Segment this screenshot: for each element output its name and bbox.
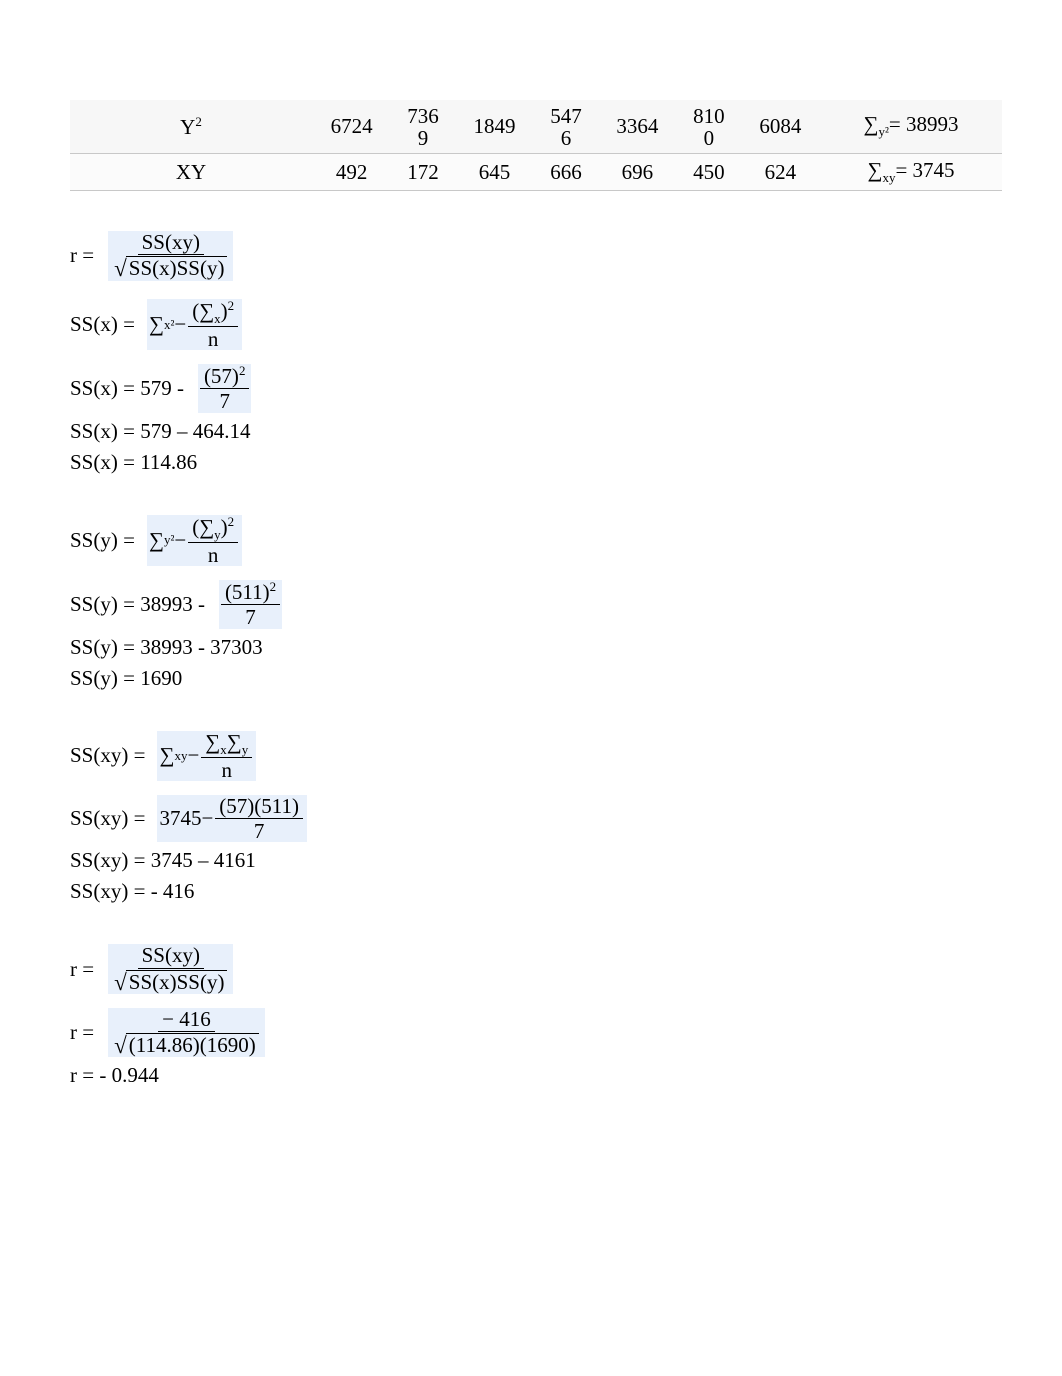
row-label: Y2 xyxy=(70,100,312,154)
numerator: SS(xy) xyxy=(138,231,204,255)
row-label: XY xyxy=(70,154,312,191)
fraction: − 416 (114.86)(1690) xyxy=(108,1008,265,1057)
data-cell: 8100 xyxy=(677,100,741,154)
ssx-step1: SS(x) = 579 - (57)2 7 xyxy=(70,364,1002,412)
fraction: (511)2 7 xyxy=(219,580,282,628)
data-cell: 6084 xyxy=(741,100,820,154)
data-cell: 696 xyxy=(598,154,677,191)
ssx-step2: SS(x) = 579 – 464.14 xyxy=(70,419,1002,444)
lhs: SS(xy) = xyxy=(70,806,145,831)
ssy-result: SS(y) = 1690 xyxy=(70,666,1002,691)
data-cell: 666 xyxy=(534,154,598,191)
ssxy-block: SS(xy) = ∑xy − ∑x∑y n SS(xy) = 3745− (57… xyxy=(70,731,1002,905)
data-cell: 624 xyxy=(741,154,820,191)
ssxy-step1: SS(xy) = 3745− (57)(511) 7 xyxy=(70,795,1002,842)
r-result: r = - 0.944 xyxy=(70,1063,1002,1088)
ssxy-formula: SS(xy) = ∑xy − ∑x∑y n xyxy=(70,731,1002,782)
fraction: (57)2 7 xyxy=(198,364,252,412)
rhs: ∑y² − (∑y)2 n xyxy=(147,515,242,567)
data-cell: 1849 xyxy=(455,100,534,154)
data-cell: 172 xyxy=(391,154,455,191)
rhs: 3745− (57)(511) 7 xyxy=(157,795,307,842)
data-cell: 3364 xyxy=(598,100,677,154)
lhs: r = xyxy=(70,243,94,268)
fraction: SS(xy) SS(x)SS(y) xyxy=(108,944,233,993)
sum-cell: ∑y²= 38993 xyxy=(820,100,1002,154)
data-cell: 6724 xyxy=(312,100,391,154)
ssx-formula: SS(x) = ∑x² − (∑x)2 n xyxy=(70,299,1002,351)
lhs: r = xyxy=(70,1020,94,1045)
r-block: r = SS(xy) SS(x)SS(y) r = − 416 (114.86)… xyxy=(70,944,1002,1088)
data-cell: 645 xyxy=(455,154,534,191)
ssxy-result: SS(xy) = - 416 xyxy=(70,879,1002,904)
rhs: ∑x² − (∑x)2 n xyxy=(147,299,242,351)
ssx-block: r = SS(xy) SS(x)SS(y) SS(x) = ∑x² − (∑x)… xyxy=(70,231,1002,474)
r-numeric: r = − 416 (114.86)(1690) xyxy=(70,1008,1002,1057)
r-formula-repeat: r = SS(xy) SS(x)SS(y) xyxy=(70,944,1002,993)
r-formula-symbolic: r = SS(xy) SS(x)SS(y) xyxy=(70,231,1002,280)
lhs: SS(x) = xyxy=(70,312,135,337)
ssy-step2: SS(y) = 38993 - 37303 xyxy=(70,635,1002,660)
fraction: SS(xy) SS(x)SS(y) xyxy=(108,231,233,280)
ssy-block: SS(y) = ∑y² − (∑y)2 n SS(y) = 38993 - (5… xyxy=(70,515,1002,691)
ssy-formula: SS(y) = ∑y² − (∑y)2 n xyxy=(70,515,1002,567)
rhs: ∑xy − ∑x∑y n xyxy=(157,731,256,782)
data-cell: 492 xyxy=(312,154,391,191)
lhs: r = xyxy=(70,957,94,982)
denominator: SS(x)SS(y) xyxy=(110,255,231,280)
data-cell: 450 xyxy=(677,154,741,191)
ssx-result: SS(x) = 114.86 xyxy=(70,450,1002,475)
data-cell: 5476 xyxy=(534,100,598,154)
ssy-step1: SS(y) = 38993 - (511)2 7 xyxy=(70,580,1002,628)
ssxy-step2: SS(xy) = 3745 – 4161 xyxy=(70,848,1002,873)
data-table: Y26724736918495476336481006084∑y²= 38993… xyxy=(70,100,1002,191)
page: Y26724736918495476336481006084∑y²= 38993… xyxy=(0,0,1062,1376)
lhs: SS(x) = 579 - xyxy=(70,376,184,401)
data-cell: 7369 xyxy=(391,100,455,154)
lhs: SS(y) = xyxy=(70,528,135,553)
lhs: SS(xy) = xyxy=(70,743,145,768)
lhs: SS(y) = 38993 - xyxy=(70,592,205,617)
sum-cell: ∑xy= 3745 xyxy=(820,154,1002,191)
table-row: Y26724736918495476336481006084∑y²= 38993 xyxy=(70,100,1002,154)
table-row: XY492172645666696450624∑xy= 3745 xyxy=(70,154,1002,191)
